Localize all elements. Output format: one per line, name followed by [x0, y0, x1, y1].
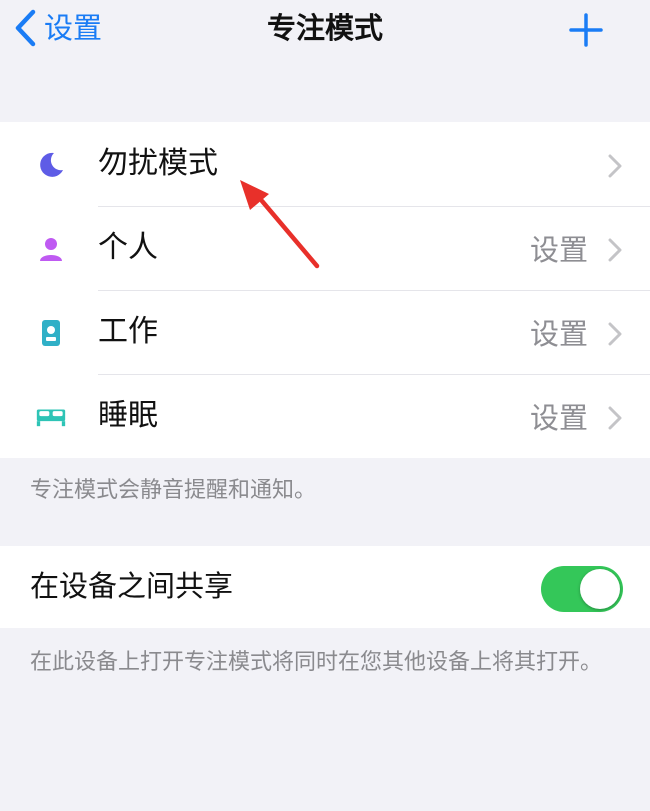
- plus-icon: [569, 13, 603, 47]
- focus-row-value: 设置: [529, 233, 588, 267]
- focus-modes-footer: 专注模式会静音提醒和通知。: [30, 478, 317, 503]
- share-across-devices-toggle[interactable]: [541, 566, 623, 612]
- share-across-devices-label: 在设备之间共享: [30, 569, 234, 603]
- focus-modes-list: 勿扰模式 个人 设置 工作 设置 睡眠 设置: [0, 122, 650, 458]
- person-icon: [36, 234, 66, 264]
- page-title: 专注模式: [266, 11, 383, 45]
- focus-row-sleep[interactable]: 睡眠 设置: [0, 374, 650, 458]
- chevron-right-icon: [608, 322, 622, 346]
- toggle-knob: [580, 569, 620, 609]
- focus-row-label: 勿扰模式: [98, 146, 218, 181]
- focus-row-personal[interactable]: 个人 设置: [0, 206, 650, 290]
- add-button[interactable]: [568, 12, 604, 52]
- share-footer: 在此设备上打开专注模式将同时在您其他设备上将其打开。: [30, 650, 603, 675]
- chevron-right-icon: [608, 406, 622, 430]
- navigation-bar: 设置 专注模式: [0, 0, 650, 60]
- focus-row-label: 睡眠: [98, 398, 158, 433]
- focus-row-value: 设置: [529, 401, 588, 435]
- focus-row-do-not-disturb[interactable]: 勿扰模式: [0, 122, 650, 206]
- chevron-right-icon: [608, 238, 622, 262]
- bed-icon: [36, 402, 66, 432]
- moon-icon: [36, 150, 66, 180]
- focus-row-value: 设置: [529, 317, 588, 351]
- focus-row-label: 工作: [98, 314, 158, 349]
- chevron-right-icon: [608, 154, 622, 178]
- share-across-devices-row: 在设备之间共享: [0, 546, 650, 628]
- id-badge-icon: [36, 318, 66, 348]
- focus-row-work[interactable]: 工作 设置: [0, 290, 650, 374]
- focus-row-label: 个人: [98, 230, 158, 265]
